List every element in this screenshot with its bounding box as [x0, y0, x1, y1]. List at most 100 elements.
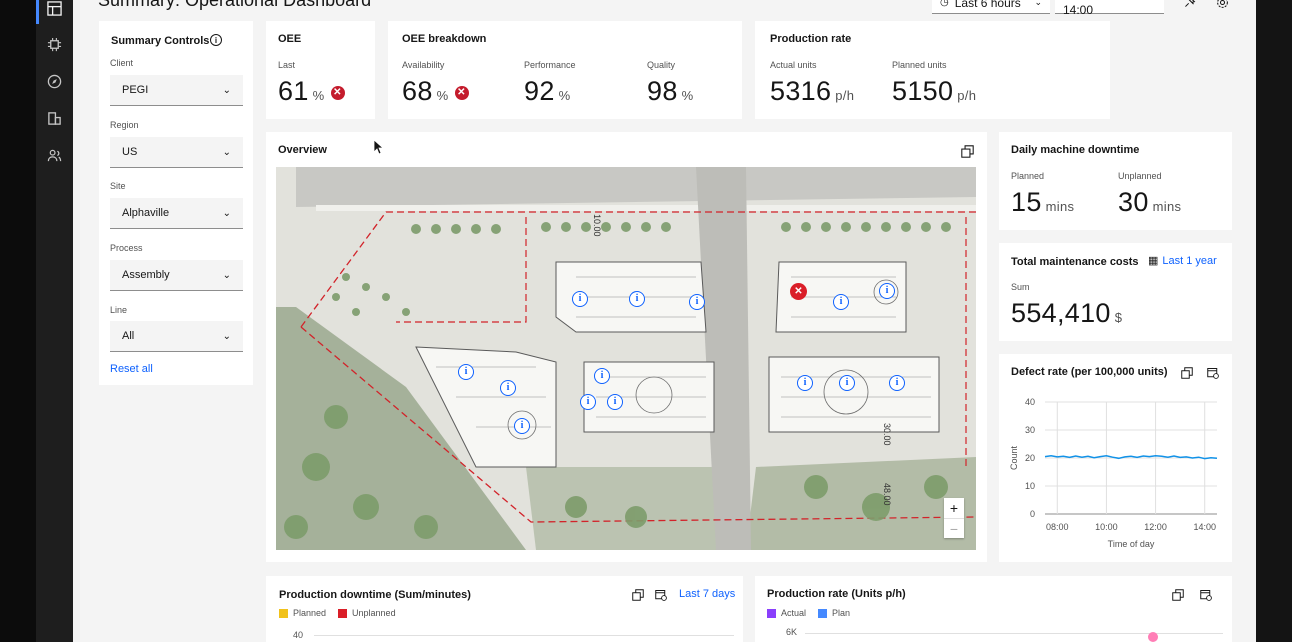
- info-marker-icon[interactable]: i: [833, 294, 849, 310]
- oee-breakdown-card: OEE breakdown Availability 68% ✕ Performa…: [388, 21, 742, 119]
- availability-label: Availability: [402, 60, 445, 70]
- maintenance-unit: $: [1114, 310, 1123, 325]
- downtime-legend: Planned Unplanned: [279, 608, 396, 619]
- process-dropdown[interactable]: Assembly ⌄: [110, 260, 243, 291]
- building-icon[interactable]: [46, 110, 63, 127]
- users-icon[interactable]: [46, 147, 63, 164]
- site-map[interactable]: 48.00 30.00 10.00 i i i ✕ i i i i i i i …: [276, 167, 976, 550]
- error-icon: ✕: [454, 85, 469, 100]
- calendar-clock-icon[interactable]: [1198, 587, 1214, 603]
- info-marker-icon[interactable]: i: [594, 368, 610, 384]
- expand-icon[interactable]: [959, 143, 975, 159]
- compass-icon[interactable]: [46, 73, 63, 90]
- info-marker-icon[interactable]: i: [500, 380, 516, 396]
- zoom-out-button[interactable]: −: [944, 518, 964, 538]
- info-marker-icon[interactable]: i: [458, 364, 474, 380]
- production-rate-chart-card: Production rate (Units p/h) Actual Plan …: [755, 576, 1232, 642]
- info-marker-icon[interactable]: i: [580, 394, 596, 410]
- info-marker-icon[interactable]: i: [839, 375, 855, 391]
- planned-downtime-label: Planned: [1011, 171, 1045, 181]
- maintenance-sum-label: Sum: [1011, 282, 1030, 292]
- time-range-dropdown[interactable]: ◷ Last 6 hours ⌄: [932, 0, 1050, 14]
- region-dropdown[interactable]: US ⌄: [110, 137, 243, 168]
- x-tick-label: 14:00: [1193, 522, 1216, 532]
- info-marker-icon[interactable]: i: [572, 291, 588, 307]
- legend-unplanned[interactable]: Unplanned: [338, 608, 396, 619]
- planned-units-unit: p/h: [957, 88, 977, 103]
- mouse-cursor-icon: [373, 139, 383, 155]
- info-marker-icon[interactable]: i: [607, 394, 623, 410]
- maintenance-period: Last 1 year: [1162, 254, 1217, 267]
- y-tick-label: 40: [1025, 397, 1035, 407]
- pin-icon[interactable]: [1181, 0, 1197, 10]
- production-downtime-title: Production downtime (Sum/minutes): [279, 589, 471, 601]
- info-marker-icon[interactable]: i: [879, 283, 895, 299]
- maintenance-sum-kpi: 554,410 $: [1011, 298, 1122, 329]
- svg-text:48.00: 48.00: [882, 483, 892, 506]
- chevron-down-icon: ⌄: [222, 330, 231, 342]
- daily-downtime-title: Daily machine downtime: [1011, 144, 1140, 156]
- info-marker-icon[interactable]: i: [689, 294, 705, 310]
- zoom-control: + −: [944, 498, 964, 538]
- settings-icon[interactable]: [1214, 0, 1230, 10]
- downtime-period-link[interactable]: Last 7 days: [679, 588, 735, 600]
- maintenance-period-selector[interactable]: ▦ Last 1 year: [1148, 254, 1217, 268]
- legend-actual[interactable]: Actual: [767, 608, 807, 619]
- chevron-down-icon: ⌄: [222, 269, 231, 281]
- process-label: Process: [110, 243, 143, 253]
- production-rate-card: Production rate Actual units 5316 p/h Pla…: [755, 21, 1110, 119]
- legend-planned[interactable]: Planned: [279, 608, 326, 619]
- availability-kpi: 68% ✕: [402, 76, 469, 107]
- expand-icon[interactable]: [630, 587, 646, 603]
- availability-value: 68: [402, 76, 433, 106]
- region-value: US: [122, 146, 138, 158]
- production-rate-title: Production rate: [770, 33, 852, 45]
- expand-icon[interactable]: [1170, 587, 1186, 603]
- legend-plan-label: Plan: [832, 608, 851, 618]
- error-icon: ✕: [330, 85, 345, 100]
- line-dropdown[interactable]: All ⌄: [110, 321, 243, 352]
- y-tick-label: 0: [1030, 509, 1035, 519]
- oee-title: OEE: [278, 33, 302, 45]
- client-dropdown[interactable]: PEGI ⌄: [110, 75, 243, 106]
- chevron-down-icon: ⌄: [222, 84, 231, 96]
- chip-icon[interactable]: [46, 36, 63, 53]
- info-marker-icon[interactable]: i: [629, 291, 645, 307]
- info-icon[interactable]: i: [210, 34, 222, 46]
- expand-icon[interactable]: [1179, 365, 1195, 381]
- planned-downtime-value: 15: [1011, 187, 1042, 217]
- site-dropdown[interactable]: Alphaville ⌄: [110, 198, 243, 229]
- date-picker[interactable]: 2020-03-17 14:00: [1055, 0, 1164, 17]
- screen-edge-right: [1256, 0, 1292, 642]
- legend-actual-label: Actual: [781, 608, 807, 618]
- info-marker-icon[interactable]: i: [514, 418, 530, 434]
- summary-controls-title: Summary Controls: [111, 35, 210, 47]
- planned-units-label: Planned units: [892, 60, 947, 70]
- oee-value: 61: [278, 76, 309, 106]
- unplanned-swatch: [338, 609, 348, 619]
- region-label: Region: [110, 120, 139, 130]
- reset-all-link[interactable]: Reset all: [110, 363, 153, 375]
- actual-units-kpi: 5316 p/h: [770, 76, 854, 107]
- calendar-clock-icon[interactable]: [1205, 365, 1221, 381]
- planned-units-value: 5150: [892, 76, 954, 106]
- actual-units-label: Actual units: [770, 60, 817, 70]
- production-rate-axis-top: 6K: [786, 627, 798, 637]
- y-tick-label: 10: [1025, 481, 1035, 491]
- info-marker-icon[interactable]: i: [889, 375, 905, 391]
- y-axis-label: Count: [1009, 446, 1019, 471]
- performance-label: Performance: [524, 60, 576, 70]
- legend-plan[interactable]: Plan: [818, 608, 851, 619]
- overview-title: Overview: [278, 144, 327, 156]
- active-indicator: [36, 0, 39, 24]
- chevron-down-icon: ⌄: [222, 207, 231, 219]
- error-marker-icon[interactable]: ✕: [790, 283, 807, 300]
- x-tick-label: 12:00: [1144, 522, 1167, 532]
- dashboard-icon[interactable]: [46, 0, 63, 17]
- production-downtime-card: Production downtime (Sum/minutes) Last 7…: [266, 576, 743, 642]
- calendar-clock-icon[interactable]: [653, 587, 669, 603]
- zoom-in-button[interactable]: +: [944, 498, 964, 518]
- info-marker-icon[interactable]: i: [797, 375, 813, 391]
- data-point[interactable]: [1148, 632, 1158, 642]
- actual-units-unit: p/h: [835, 88, 855, 103]
